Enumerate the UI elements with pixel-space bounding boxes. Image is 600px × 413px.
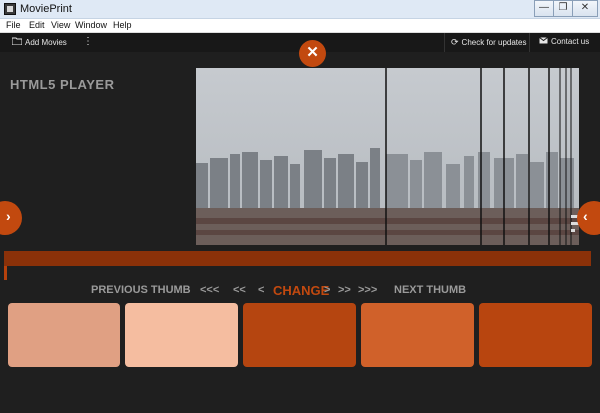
check-updates-button[interactable]: ⟳ Check for updates	[451, 37, 526, 48]
video-player[interactable]	[196, 68, 579, 245]
close-window-button[interactable]: ✕	[572, 0, 598, 17]
next-thumb-label[interactable]: NEXT THUMB	[394, 284, 466, 296]
check-updates-label: Check for updates	[461, 38, 527, 47]
thumb-swatch-2[interactable]	[125, 303, 238, 367]
contact-us-label: Contact us	[551, 37, 590, 46]
prev-mid-button[interactable]: <<	[233, 284, 246, 296]
chevron-right-icon: ›	[6, 208, 11, 224]
minimize-button[interactable]: —	[534, 0, 554, 17]
chevron-left-icon: ‹	[583, 208, 588, 224]
player-title: HTML5 PLAYER	[10, 77, 115, 92]
folder-icon	[11, 37, 23, 47]
thumb-swatch-5[interactable]	[479, 303, 592, 367]
next-big-button[interactable]: >>>	[358, 284, 377, 296]
menu-file[interactable]: File	[6, 20, 21, 30]
menu-edit[interactable]: Edit	[29, 20, 45, 30]
next-small-button[interactable]: >	[324, 284, 330, 296]
timeline-handle[interactable]	[4, 266, 7, 280]
expand-left-button[interactable]: ›	[0, 201, 22, 235]
expand-right-button[interactable]: ‹	[577, 201, 600, 235]
next-mid-button[interactable]: >>	[338, 284, 351, 296]
prev-big-button[interactable]: <<<	[200, 284, 219, 296]
change-button[interactable]: CHANGE	[273, 283, 329, 298]
pause-icon[interactable]	[571, 229, 575, 232]
thumb-swatch-1[interactable]	[8, 303, 120, 367]
maximize-button[interactable]: ❐	[553, 0, 573, 17]
timeline-bar[interactable]	[4, 251, 591, 266]
add-movies-label: Add Movies	[25, 37, 67, 47]
prev-small-button[interactable]: <	[258, 284, 264, 296]
envelope-icon	[539, 37, 548, 46]
app-icon	[4, 3, 16, 15]
menu-help[interactable]: Help	[113, 20, 132, 30]
menu-window[interactable]: Window	[75, 20, 107, 30]
refresh-icon: ⟳	[451, 37, 459, 47]
thumb-swatch-3[interactable]	[243, 303, 356, 367]
thumb-swatch-4[interactable]	[361, 303, 474, 367]
previous-thumb-label[interactable]: PREVIOUS THUMB	[91, 284, 191, 296]
menu-bar: File Edit View Window Help	[0, 19, 600, 33]
toolbar-divider	[444, 33, 445, 52]
menu-view[interactable]: View	[51, 20, 70, 30]
add-movies-button[interactable]: Add Movies	[11, 37, 67, 47]
close-icon[interactable]: ✕	[299, 40, 326, 67]
title-bar: MoviePrint — ❐ ✕	[0, 0, 600, 19]
contact-us-button[interactable]: Contact us	[539, 37, 589, 46]
more-options-icon[interactable]: ⋮	[83, 36, 93, 47]
toolbar-divider	[529, 33, 530, 52]
video-frame	[196, 68, 579, 245]
window-title: MoviePrint	[20, 3, 72, 15]
